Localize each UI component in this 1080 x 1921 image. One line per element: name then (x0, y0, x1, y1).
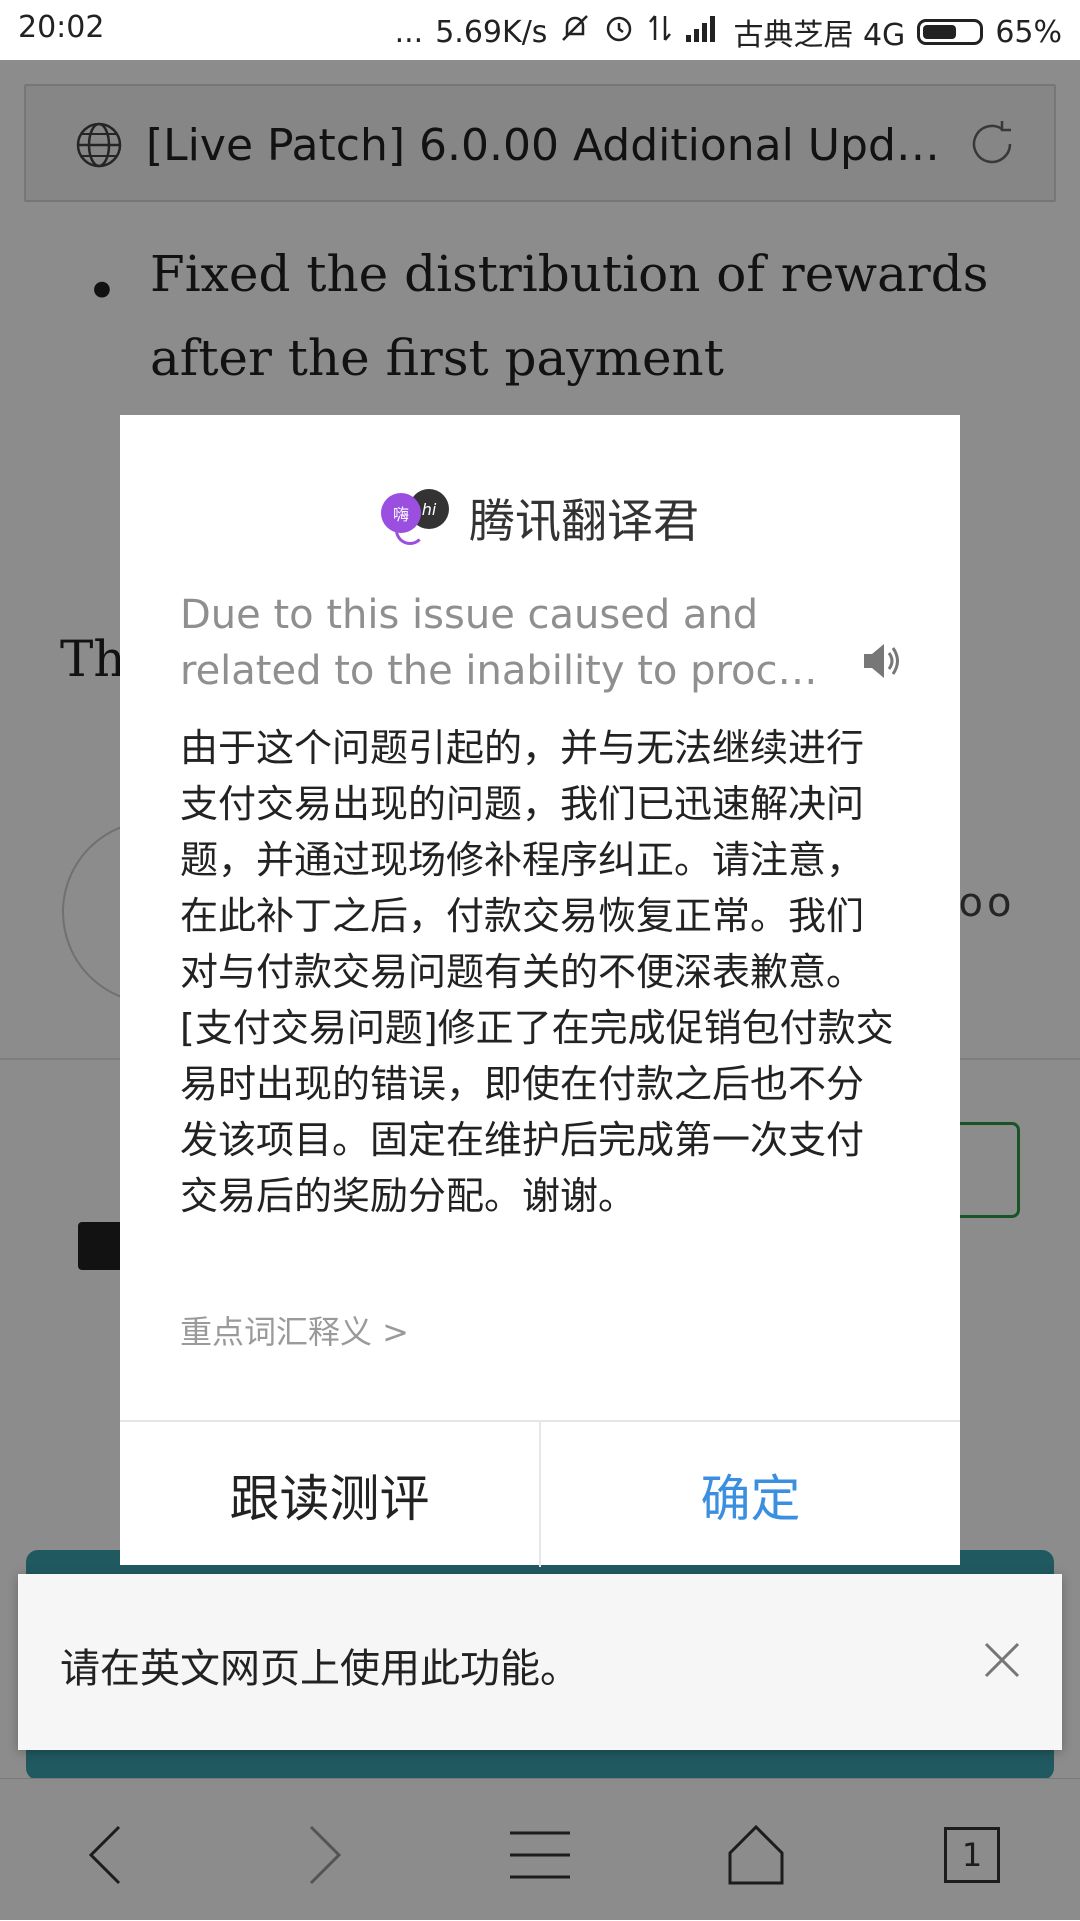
close-icon[interactable] (972, 1630, 1032, 1690)
dialog-header: hi 嗨 腾讯翻译君 (120, 485, 960, 551)
translation-text: 由于这个问题引起的，并与无法继续进行支付交易出现的问题，我们已迅速解决问题，并通… (180, 726, 894, 1218)
mute-icon (559, 12, 591, 52)
app-name: 腾讯翻译君 (469, 494, 699, 548)
status-dots: ... (394, 14, 424, 50)
toast-notification: 请在英文网页上使用此功能。 (18, 1574, 1062, 1750)
signal-icon (685, 13, 721, 51)
data-transfer-icon (647, 12, 673, 52)
source-text: Due to this issue caused and related to … (180, 587, 820, 699)
logo-left-badge: 嗨 (381, 493, 421, 533)
read-along-button[interactable]: 跟读测评 (120, 1422, 541, 1567)
status-time: 20:02 (18, 10, 105, 45)
confirm-button[interactable]: 确定 (541, 1422, 960, 1567)
dialog-button-row: 跟读测评 确定 (120, 1420, 960, 1567)
battery-percent: 65% (995, 14, 1062, 50)
source-line-2: related to the inability to proceed ... (180, 648, 820, 694)
translation-dialog: hi 嗨 腾讯翻译君 Due to this issue caused and … (120, 415, 960, 1567)
battery-fill (923, 25, 957, 39)
status-bar: 20:02 ... 5.69K/s 古典芝居 4G 65% (0, 0, 1080, 60)
vocab-link[interactable]: 重点词汇释义 > (180, 1307, 409, 1353)
alarm-icon (603, 12, 635, 52)
source-line-1: Due to this issue caused and (180, 592, 759, 638)
toast-message: 请在英文网页上使用此功能。 (60, 1646, 580, 1692)
status-right: ... 5.69K/s 古典芝居 4G 65% (395, 10, 1062, 54)
translator-logo-icon: hi 嗨 (381, 489, 453, 547)
battery-icon (917, 19, 984, 45)
carrier-label: 古典芝居 4G (733, 18, 906, 53)
network-speed: 5.69K/s (435, 14, 548, 50)
speaker-icon[interactable] (860, 639, 904, 687)
